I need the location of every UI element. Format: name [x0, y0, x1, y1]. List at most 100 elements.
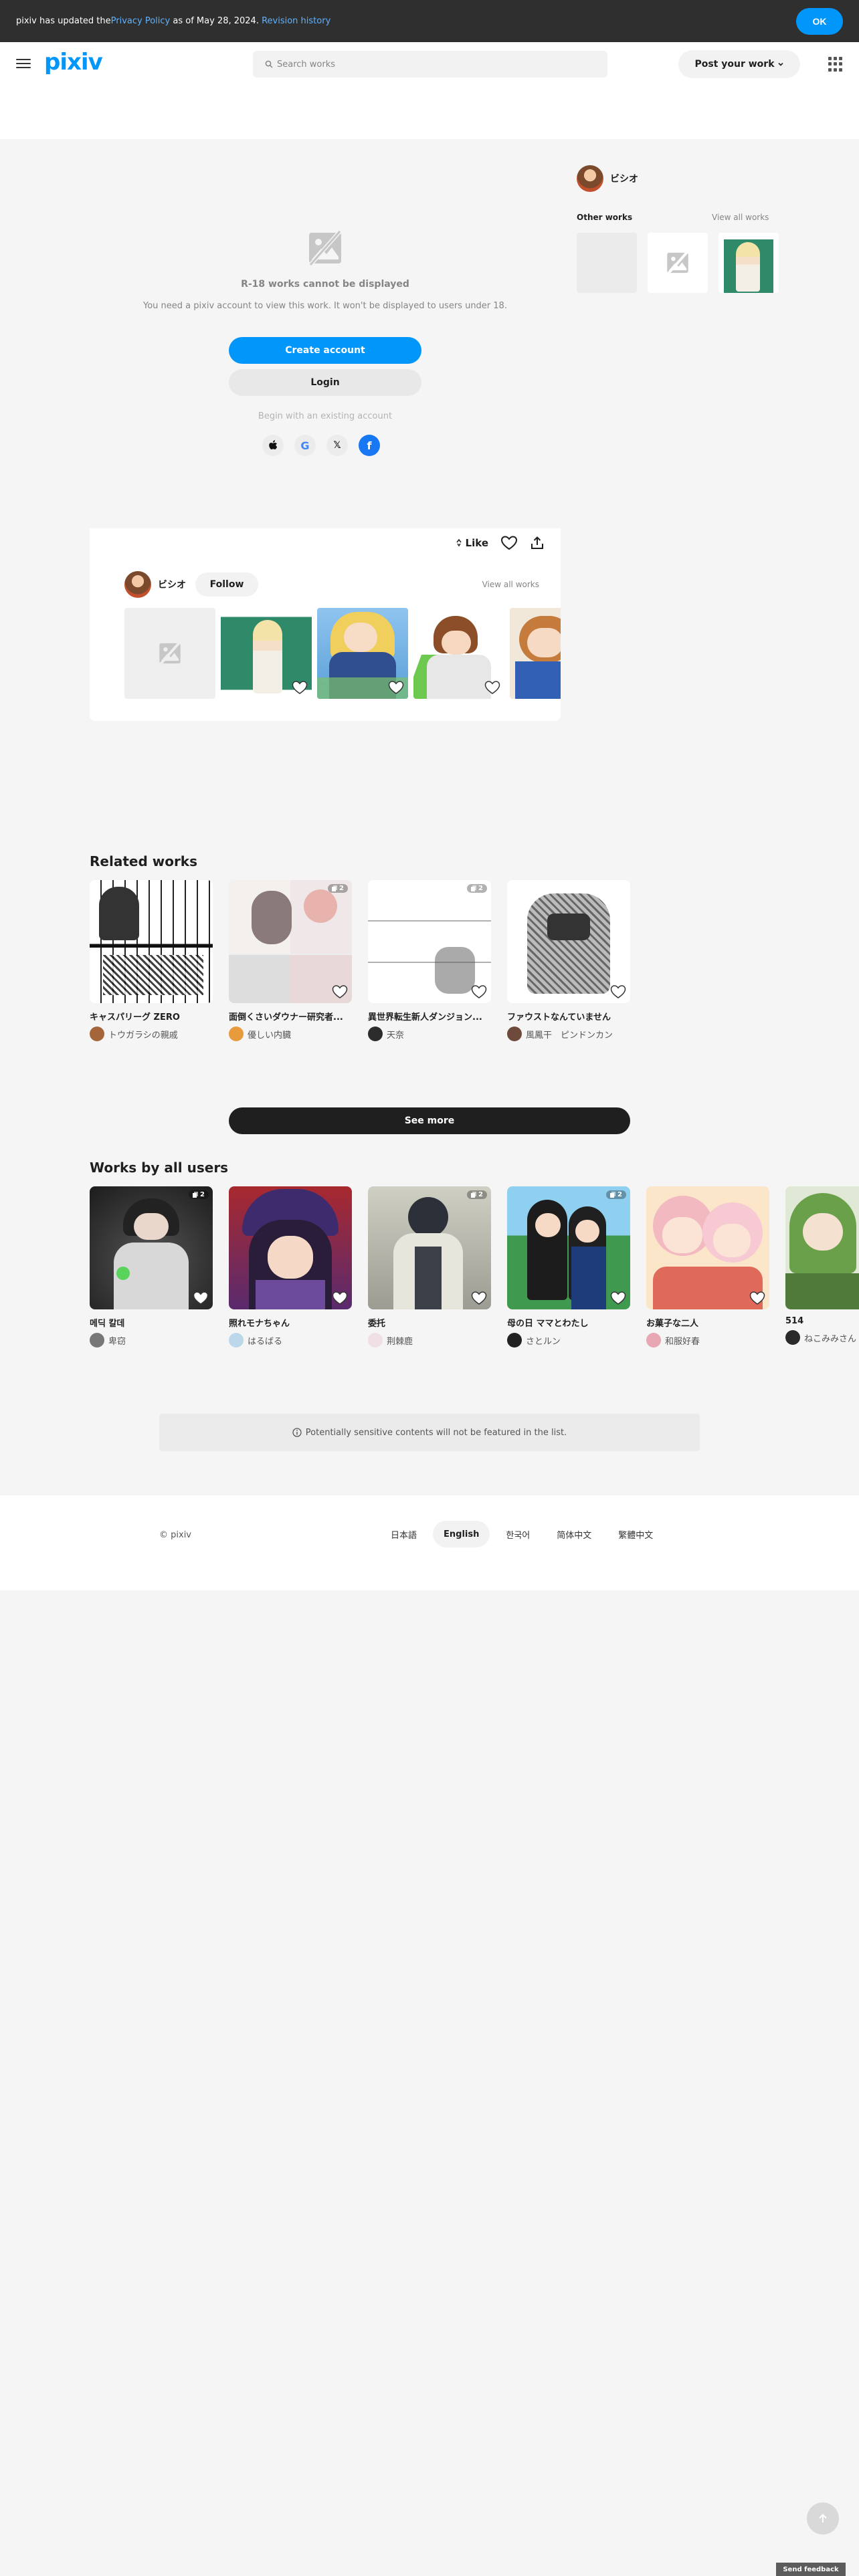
x-login-icon[interactable]: 𝕏 — [326, 435, 348, 456]
heart-icon[interactable] — [749, 1291, 765, 1305]
sidebar-work-thumb[interactable] — [719, 233, 779, 293]
user-avatar[interactable] — [507, 1027, 522, 1041]
work-title[interactable]: 異世界転生新人ダンジョン... — [368, 1010, 491, 1023]
sidebar-author[interactable]: ビシオ — [577, 165, 638, 192]
user-avatar[interactable] — [229, 1333, 244, 1348]
user-avatar[interactable] — [90, 1027, 104, 1041]
apps-grid-icon[interactable] — [828, 57, 843, 72]
heart-icon[interactable] — [388, 680, 404, 695]
all-users-work-thumb[interactable]: 2 — [90, 1186, 213, 1309]
work-user[interactable]: トウガラシの親戚 — [90, 1027, 213, 1041]
author-avatar[interactable] — [124, 571, 151, 598]
heart-icon[interactable] — [610, 984, 626, 999]
work-title[interactable]: 메딕 칼데 — [90, 1316, 213, 1329]
user-avatar[interactable] — [646, 1333, 661, 1348]
author-work-thumb[interactable] — [413, 608, 504, 699]
heart-icon[interactable] — [332, 984, 348, 999]
sidebar-author-name[interactable]: ビシオ — [610, 172, 638, 185]
work-user[interactable]: 風鳳干 ピンドンカン — [507, 1027, 630, 1041]
follow-button[interactable]: Follow — [195, 572, 258, 597]
work-user[interactable]: 和服好春 — [646, 1333, 769, 1348]
work-user[interactable]: さとルン — [507, 1333, 630, 1348]
work-title[interactable]: 面倒くさいダウナー研究者... — [229, 1010, 352, 1023]
all-users-work-card[interactable]: 2 메딕 칼데 卑窃 — [90, 1186, 213, 1348]
work-user[interactable]: ねこみみさん — [785, 1330, 859, 1345]
related-work-card[interactable]: 2 面倒くさいダウナー研究者... 優しい内臓 — [229, 880, 352, 1041]
create-account-button[interactable]: Create account — [229, 337, 421, 364]
search-input[interactable]: Search works — [253, 51, 607, 78]
all-users-work-card[interactable]: 照れモナちゃん はるばる — [229, 1186, 352, 1348]
related-work-card[interactable]: ファウストなんていません 風鳳干 ピンドンカン — [507, 880, 630, 1041]
language-option-zh-tw[interactable]: 繁體中文 — [607, 1521, 664, 1547]
heart-icon[interactable] — [471, 1291, 487, 1305]
work-user[interactable]: はるばる — [229, 1333, 352, 1348]
user-avatar[interactable] — [368, 1333, 383, 1348]
language-option-zh-cn[interactable]: 简体中文 — [546, 1521, 602, 1547]
sidebar-work-thumb[interactable] — [577, 233, 637, 293]
see-more-button[interactable]: See more — [229, 1107, 630, 1134]
login-button[interactable]: Login — [229, 369, 421, 396]
work-title[interactable]: 委托 — [368, 1316, 491, 1329]
all-users-work-card[interactable]: お菓子な二人 和服好春 — [646, 1186, 769, 1348]
all-users-work-thumb[interactable] — [229, 1186, 352, 1309]
user-avatar[interactable] — [785, 1330, 800, 1345]
related-work-card[interactable]: キャスパリーグ ZERO トウガラシの親戚 — [90, 880, 213, 1041]
apple-login-icon[interactable] — [262, 435, 284, 456]
work-user[interactable]: 荆棘鹿 — [368, 1333, 491, 1348]
author-work-thumb[interactable] — [510, 608, 561, 699]
post-work-button[interactable]: Post your work — [678, 50, 800, 78]
related-work-thumb[interactable]: 2 — [368, 880, 491, 1003]
author-name[interactable]: ビシオ — [158, 578, 186, 591]
view-all-works-link[interactable]: View all works — [482, 580, 539, 589]
user-avatar[interactable] — [368, 1027, 383, 1041]
google-login-icon[interactable]: G — [294, 435, 316, 456]
heart-icon[interactable] — [193, 1291, 209, 1305]
user-avatar[interactable] — [229, 1027, 244, 1041]
like-button[interactable]: Like — [455, 537, 488, 549]
work-title[interactable]: 照れモナちゃん — [229, 1316, 352, 1329]
share-icon[interactable] — [530, 536, 545, 550]
work-title[interactable]: ファウストなんていません — [507, 1010, 630, 1023]
privacy-policy-link[interactable]: Privacy Policy — [111, 16, 171, 26]
related-work-thumb[interactable] — [90, 880, 213, 1003]
sidebar-work-thumb-hidden[interactable] — [648, 233, 708, 293]
work-title[interactable]: 母の日 ママとわたし — [507, 1316, 630, 1329]
revision-history-link[interactable]: Revision history — [262, 16, 330, 26]
notice-ok-button[interactable]: OK — [796, 8, 843, 35]
related-work-thumb[interactable]: 2 — [229, 880, 352, 1003]
all-users-work-card[interactable]: 2 委托 荆棘鹿 — [368, 1186, 491, 1348]
author-work-thumb[interactable] — [221, 608, 312, 699]
all-users-work-thumb[interactable]: 2 — [507, 1186, 630, 1309]
pixiv-logo[interactable]: pixiv — [44, 49, 103, 76]
work-user[interactable]: 天奈 — [368, 1027, 491, 1041]
related-work-thumb[interactable] — [507, 880, 630, 1003]
user-avatar[interactable] — [90, 1333, 104, 1348]
heart-icon[interactable] — [610, 1291, 626, 1305]
send-feedback-button[interactable]: Send feedback — [776, 2563, 846, 2576]
all-users-work-thumb[interactable] — [785, 1186, 859, 1309]
all-users-work-card[interactable]: 514 ねこみみさん — [785, 1186, 859, 1345]
heart-icon[interactable] — [484, 680, 500, 695]
author-work-thumb-hidden[interactable] — [124, 608, 215, 699]
sidebar-view-all-link[interactable]: View all works — [712, 213, 769, 222]
facebook-login-icon[interactable]: f — [359, 435, 380, 456]
work-user[interactable]: 優しい内臓 — [229, 1027, 352, 1041]
work-title[interactable]: 514 — [785, 1316, 859, 1326]
language-option-en[interactable]: English — [433, 1521, 490, 1547]
heart-icon[interactable] — [292, 680, 308, 695]
all-users-work-thumb[interactable]: 2 — [368, 1186, 491, 1309]
heart-icon[interactable] — [332, 1291, 348, 1305]
bookmark-heart-icon[interactable] — [500, 535, 518, 551]
related-work-card[interactable]: 2 異世界転生新人ダンジョン... 天奈 — [368, 880, 491, 1041]
language-option-ko[interactable]: 한국어 — [495, 1521, 541, 1547]
work-title[interactable]: キャスパリーグ ZERO — [90, 1010, 213, 1023]
user-avatar[interactable] — [507, 1333, 522, 1348]
heart-icon[interactable] — [471, 984, 487, 999]
language-option-ja[interactable]: 日本語 — [380, 1521, 427, 1547]
all-users-work-card[interactable]: 2 母の日 ママとわたし さとルン — [507, 1186, 630, 1348]
scroll-to-top-button[interactable] — [807, 2502, 839, 2535]
work-title[interactable]: お菓子な二人 — [646, 1316, 769, 1329]
author-work-thumb[interactable] — [317, 608, 408, 699]
sidebar-author-avatar[interactable] — [577, 165, 603, 192]
all-users-work-thumb[interactable] — [646, 1186, 769, 1309]
